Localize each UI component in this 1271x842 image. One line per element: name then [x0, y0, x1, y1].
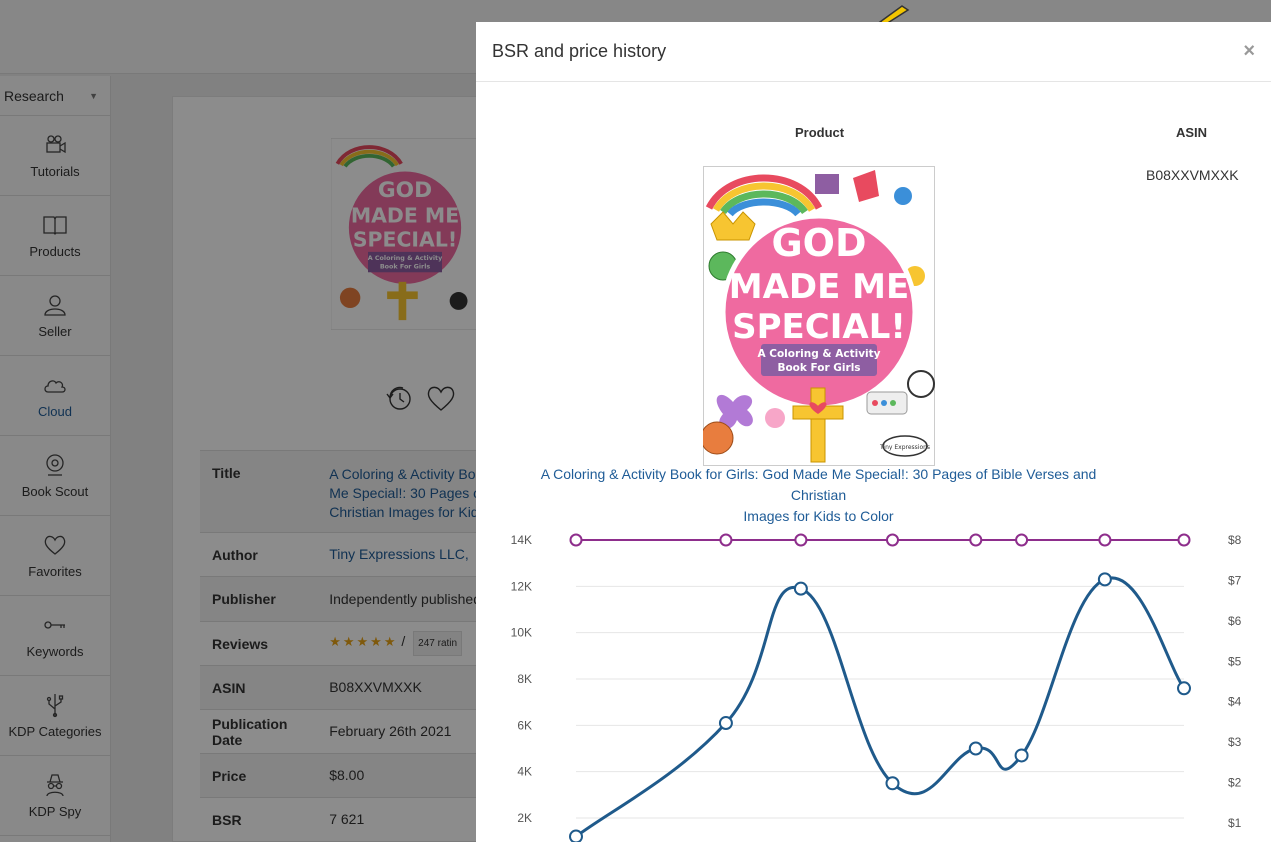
price-point — [969, 533, 983, 547]
price-point — [1177, 533, 1191, 547]
y-right-tick-label: $2 — [1228, 776, 1242, 790]
bsr-point — [1014, 748, 1029, 763]
bsr-point — [968, 741, 983, 756]
bsr-point — [793, 581, 808, 596]
product-title-line: A Coloring & Activity Book for Girls: Go… — [540, 466, 1097, 503]
cover-line-2: MADE ME — [729, 267, 910, 307]
y-right-tick-label: $8 — [1228, 533, 1242, 547]
bsr-series-line — [575, 576, 1186, 838]
pencil-icon — [878, 5, 910, 24]
bsr-point — [1177, 681, 1191, 696]
price-point — [719, 533, 733, 547]
y-right-tick-label: $1 — [1228, 816, 1242, 830]
price-point — [1015, 533, 1029, 547]
bsr-point — [885, 776, 900, 791]
cover-subtitle-1: A Coloring & Activity — [757, 348, 880, 360]
modal-header: BSR and price history × — [476, 22, 1271, 82]
y-right-tick-label: $6 — [1228, 614, 1242, 628]
product-column-header: Product — [795, 125, 845, 140]
price-point — [885, 533, 899, 547]
bsr-price-history-modal: BSR and price history × Product ASIN B08… — [476, 22, 1271, 842]
y-right-tick-label: $7 — [1228, 573, 1242, 587]
publisher-badge: Tiny Expressions — [879, 444, 930, 451]
cover-line-1: GOD — [771, 221, 866, 265]
cover-line-3: SPECIAL! — [732, 307, 906, 347]
y-left-tick-label: 10K — [511, 626, 532, 640]
price-point — [569, 533, 583, 547]
y-right-tick-label: $5 — [1228, 654, 1242, 668]
y-left-tick-label: 2K — [517, 811, 532, 825]
y-left-tick-label: 6K — [517, 718, 532, 732]
y-left-tick-label: 14K — [511, 533, 532, 547]
book-cover-image[interactable]: GOD MADE ME SPECIAL! A Coloring & Activi… — [703, 166, 935, 466]
bsr-point — [569, 829, 583, 842]
modal-title: BSR and price history — [492, 41, 667, 61]
product-title-link[interactable]: A Coloring & Activity Book for Girls: Go… — [516, 464, 1121, 527]
y-left-tick-label: 4K — [517, 765, 532, 779]
price-point — [1098, 533, 1112, 547]
bsr-point — [1097, 572, 1112, 587]
asin-column-header: ASIN — [1176, 125, 1208, 140]
y-right-tick-label: $3 — [1228, 735, 1242, 749]
bsr-point — [718, 716, 733, 731]
y-left-tick-label: 8K — [517, 672, 532, 686]
cover-subtitle-2: Book For Girls — [777, 362, 860, 374]
bsr-price-chart: 2K 4K 6K 8K 10K 12K 14K $1 $2 $3 $4 $5 $6 $7 $8 — [511, 533, 1242, 842]
y-left-tick-label: 12K — [511, 579, 532, 593]
close-icon[interactable]: × — [1243, 40, 1255, 63]
y-right-tick-label: $4 — [1228, 695, 1242, 709]
asin-value: B08XXVMXXK — [1146, 167, 1239, 183]
price-point — [794, 533, 808, 547]
